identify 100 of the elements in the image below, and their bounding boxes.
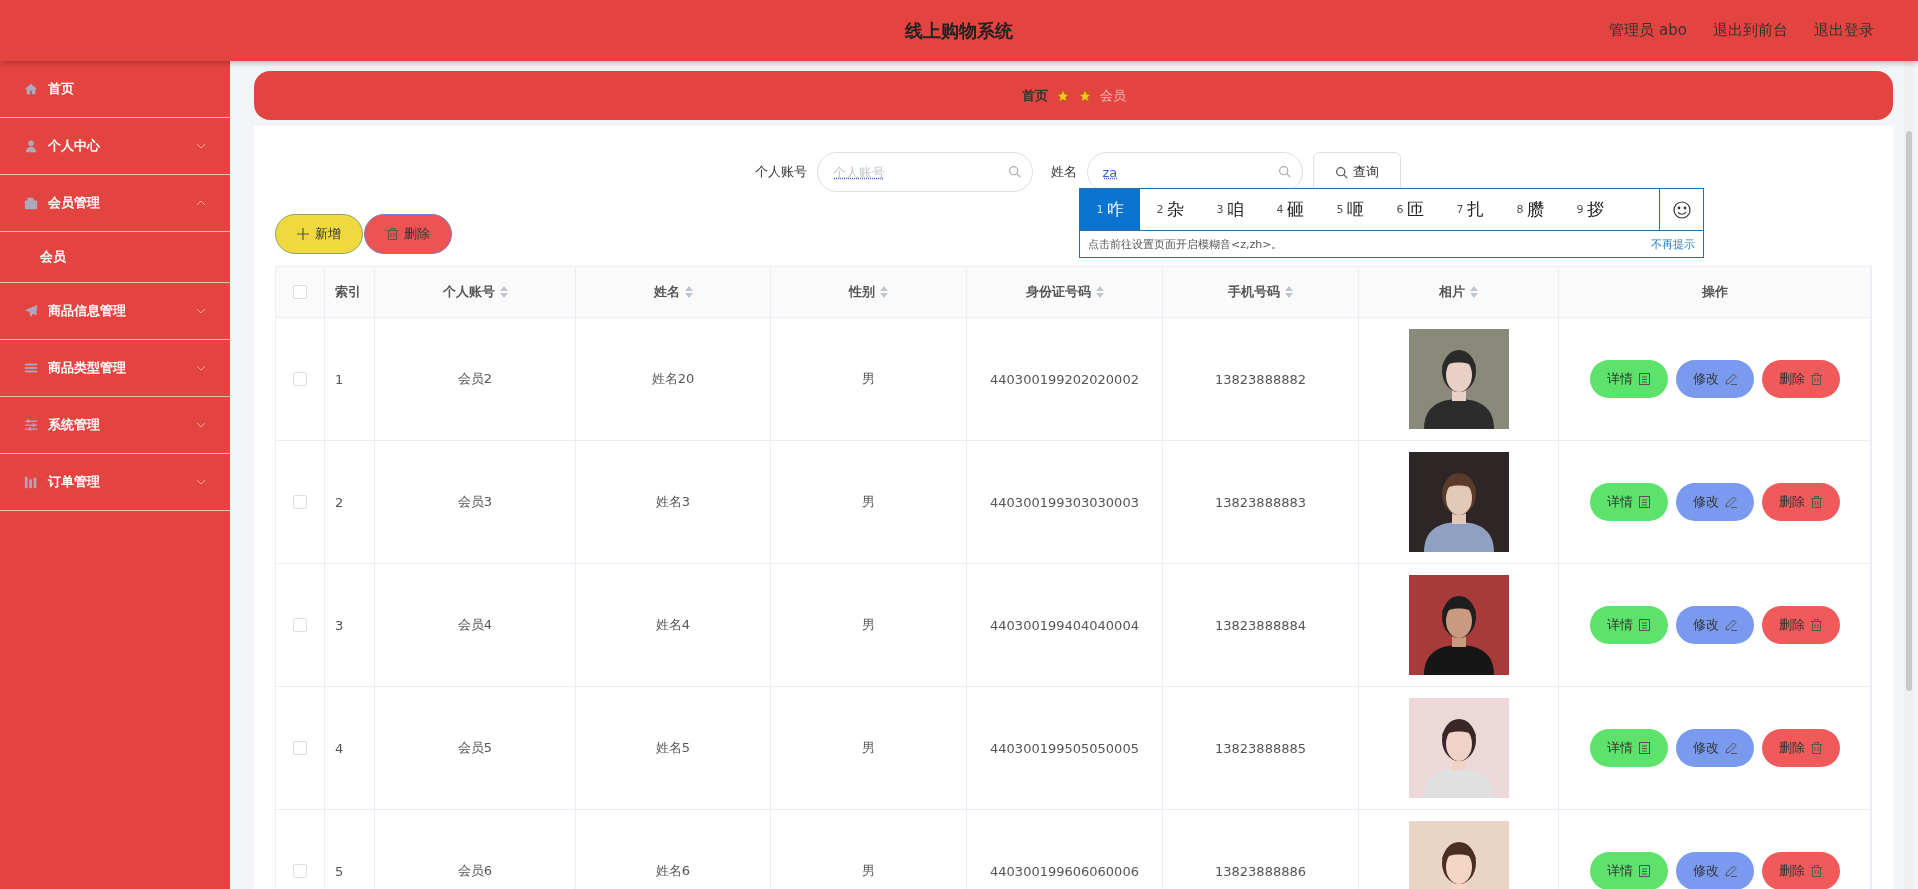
ime-candidate[interactable]: 8 臜 [1500,189,1560,230]
sort-icon[interactable] [880,286,888,298]
delete-button[interactable]: 删除 [1761,852,1840,889]
paper-plane-icon [24,304,38,318]
column-header: 个人账号 [442,283,495,301]
search-icon [1277,165,1291,178]
sort-icon[interactable] [1095,286,1104,298]
document-icon [1639,373,1650,385]
checkbox[interactable] [293,618,307,632]
table-cell: 440300199202020002 [990,371,1139,387]
sidebar-item[interactable]: 订单管理 [0,454,230,511]
trash-icon [1811,373,1822,385]
table-cell: 姓名20 [651,370,695,388]
header-link[interactable]: 管理员 abo [1609,21,1687,40]
sort-icon[interactable] [499,286,508,298]
sidebar-item[interactable]: 商品类型管理 [0,340,230,397]
table-cell: 姓名6 [655,862,691,880]
table-cell: 440300199606060006 [990,863,1139,879]
sidebar-item[interactable]: 会员管理 [0,175,230,232]
table-cell: 男 [862,616,875,634]
sidebar-item[interactable]: 个人中心 [0,118,230,175]
column-header: 相片 [1439,283,1465,301]
detail-button[interactable]: 详情 [1589,852,1668,889]
document-icon [1639,742,1650,754]
trash-icon [386,228,398,240]
edit-button[interactable]: 修改 [1675,360,1754,398]
delete-button[interactable]: 删除 [1761,606,1840,644]
ime-candidate[interactable]: 7 扎 [1440,189,1500,230]
search-field[interactable]: 个人账号 [816,152,1033,192]
ime-candidate[interactable]: 9 拶 [1560,189,1620,230]
bar-chart-icon [24,475,38,489]
table-cell: 2 [335,494,344,510]
table-cell: 13823888883 [1215,494,1306,510]
sidebar-item[interactable]: 首页 [0,61,230,118]
checkbox[interactable] [293,285,307,299]
wallet-icon [24,196,38,210]
detail-button[interactable]: 详情 [1589,729,1668,767]
trash-icon [1811,496,1822,508]
detail-button[interactable]: 详情 [1589,606,1668,644]
chevron-up-icon [196,200,206,206]
delete-button[interactable]: 删除 [1761,483,1840,521]
column-header: 手机号码 [1228,283,1280,301]
sidebar-subitem[interactable]: 会员 [0,232,230,283]
chevron-down-icon [196,479,206,485]
ime-candidate[interactable]: 4 砸 [1260,189,1320,230]
sort-icon[interactable] [684,286,693,298]
detail-button[interactable]: 详情 [1589,483,1668,521]
ime-candidate[interactable]: 3 咱 [1200,189,1260,230]
delete-button[interactable]: 删除 [1761,360,1840,398]
table-cell: 440300199505050005 [990,740,1139,756]
column-header: 性别 [849,283,875,301]
edit-button[interactable]: 修改 [1675,852,1754,889]
header-link[interactable]: 退出登录 [1814,21,1874,40]
detail-button[interactable]: 详情 [1589,360,1668,398]
sort-icon[interactable] [1470,286,1478,298]
add-button[interactable]: 新增 [275,214,363,254]
breadcrumb-item[interactable]: 会员 [1099,86,1126,105]
chevron-down-icon [196,365,206,371]
smiley-icon[interactable] [1672,200,1691,219]
trash-icon [1811,619,1822,631]
home-icon [24,82,38,96]
ime-candidate[interactable]: 6 匝 [1380,189,1440,230]
edit-button[interactable]: 修改 [1675,729,1754,767]
pencil-icon [1724,742,1737,754]
delete-button[interactable]: 删除 [1761,729,1840,767]
column-header: 操作 [1701,283,1728,301]
sort-icon[interactable] [1285,286,1293,298]
edit-button[interactable]: 修改 [1675,606,1754,644]
edit-button[interactable]: 修改 [1675,483,1754,521]
delete-button[interactable]: 删除 [364,214,452,254]
checkbox[interactable] [293,741,307,755]
ime-candidate[interactable]: 2 杂 [1140,189,1200,230]
table-cell: 会员4 [457,616,493,634]
sidebar-item[interactable]: 系统管理 [0,397,230,454]
header-link[interactable]: 退出到前台 [1713,21,1788,40]
app-title: 线上购物系统 [905,18,1013,43]
checkbox[interactable] [293,864,307,878]
document-icon [1639,619,1650,631]
table-cell: 13823888885 [1215,740,1306,756]
pencil-icon [1724,496,1737,508]
pencil-icon [1724,865,1737,877]
ime-candidate[interactable]: 5 咂 [1320,189,1380,230]
pencil-icon [1724,373,1737,385]
scrollbar-thumb[interactable] [1906,131,1912,691]
checkbox[interactable] [293,372,307,386]
scrollbar[interactable] [1904,61,1914,889]
field-label: 个人账号 [754,163,807,181]
dismiss-link[interactable]: 不再提示 [1651,236,1695,252]
sliders-icon [24,418,38,432]
table-cell: 男 [862,739,875,757]
table-cell: 1 [335,371,344,387]
sidebar-item[interactable]: 商品信息管理 [0,283,230,340]
table-cell: 13823888882 [1215,371,1306,387]
table-cell: 13823888884 [1215,617,1306,633]
column-header: 身份证号码 [1025,283,1091,301]
breadcrumb-item[interactable]: 首页 [1021,86,1048,105]
ime-candidate[interactable]: 1 咋 [1080,189,1140,230]
table-cell: 440300199404040004 [990,617,1139,633]
checkbox[interactable] [293,495,307,509]
table-cell: 440300199303030003 [990,494,1139,510]
